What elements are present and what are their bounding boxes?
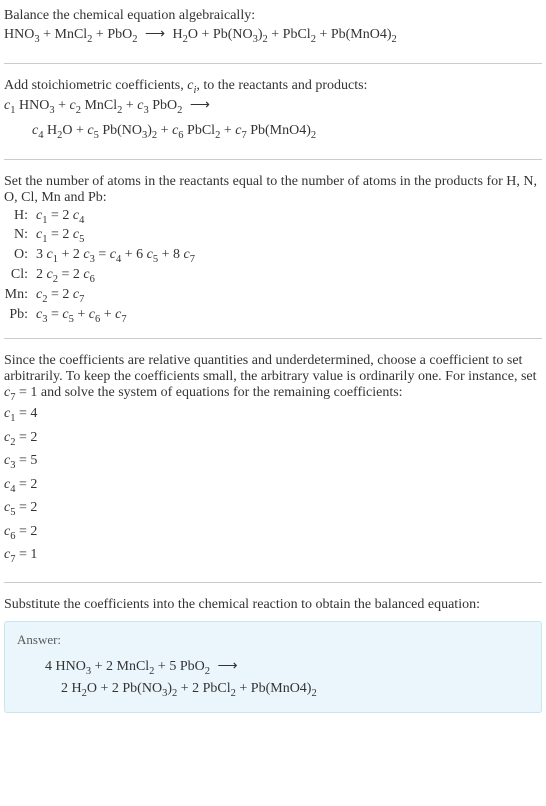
- atom-eq: c1 = 2 c4: [36, 208, 542, 226]
- step4-section: Substitute the coefficients into the che…: [4, 597, 542, 713]
- intro-equation: HNO3 + MnCl2 + PbO2 ⟶ H2O + Pb(NO3)2 + P…: [4, 24, 542, 49]
- step4-text: Substitute the coefficients into the che…: [4, 597, 542, 613]
- answer-eq-line1: 4 HNO3 + 2 MnCl2 + 5 PbO2 ⟶: [17, 656, 529, 681]
- answer-label: Answer:: [17, 632, 529, 648]
- atom-eq: 3 c1 + 2 c3 = c4 + 6 c5 + 8 c7: [36, 247, 542, 265]
- intro-section: Balance the chemical equation algebraica…: [4, 8, 542, 49]
- atom-label: N:: [4, 227, 36, 245]
- atom-label: Pb:: [4, 307, 36, 325]
- step2-text: Set the number of atoms in the reactants…: [4, 174, 542, 206]
- coef-line: c3 = 5: [4, 450, 542, 474]
- coef-line: c4 = 2: [4, 474, 542, 498]
- atom-eq: c2 = 2 c7: [36, 287, 542, 305]
- atom-eq: c1 = 2 c5: [36, 227, 542, 245]
- step1-eq-line1: c1 HNO3 + c2 MnCl2 + c3 PbO2 ⟶: [4, 95, 542, 120]
- step1-text: Add stoichiometric coefficients, ci, to …: [4, 78, 542, 96]
- intro-title: Balance the chemical equation algebraica…: [4, 8, 542, 24]
- atom-label: Cl:: [4, 267, 36, 285]
- step3-section: Since the coefficients are relative quan…: [4, 353, 542, 568]
- atom-eq: 2 c2 = 2 c6: [36, 267, 542, 285]
- step1-eq-line2: c4 H2O + c5 Pb(NO3)2 + c6 PbCl2 + c7 Pb(…: [4, 120, 542, 145]
- coef-line: c5 = 2: [4, 497, 542, 521]
- coef-list: c1 = 4 c2 = 2 c3 = 5 c4 = 2 c5 = 2 c6 = …: [4, 403, 542, 568]
- atom-eq: c3 = c5 + c6 + c7: [36, 307, 542, 325]
- step3-text: Since the coefficients are relative quan…: [4, 353, 542, 403]
- divider: [4, 63, 542, 64]
- divider: [4, 159, 542, 160]
- coef-line: c1 = 4: [4, 403, 542, 427]
- step1-section: Add stoichiometric coefficients, ci, to …: [4, 78, 542, 145]
- divider: [4, 582, 542, 583]
- divider: [4, 338, 542, 339]
- atom-label: O:: [4, 247, 36, 265]
- coef-line: c6 = 2: [4, 521, 542, 545]
- step2-section: Set the number of atoms in the reactants…: [4, 174, 542, 325]
- coef-line: c2 = 2: [4, 427, 542, 451]
- atom-equations: H: c1 = 2 c4 N: c1 = 2 c5 O: 3 c1 + 2 c3…: [4, 208, 542, 325]
- atom-label: H:: [4, 208, 36, 226]
- answer-eq-line2: 2 H2O + 2 Pb(NO3)2 + 2 PbCl2 + Pb(MnO4)2: [17, 681, 529, 699]
- answer-box: Answer: 4 HNO3 + 2 MnCl2 + 5 PbO2 ⟶ 2 H2…: [4, 621, 542, 713]
- coef-line: c7 = 1: [4, 544, 542, 568]
- atom-label: Mn:: [4, 287, 36, 305]
